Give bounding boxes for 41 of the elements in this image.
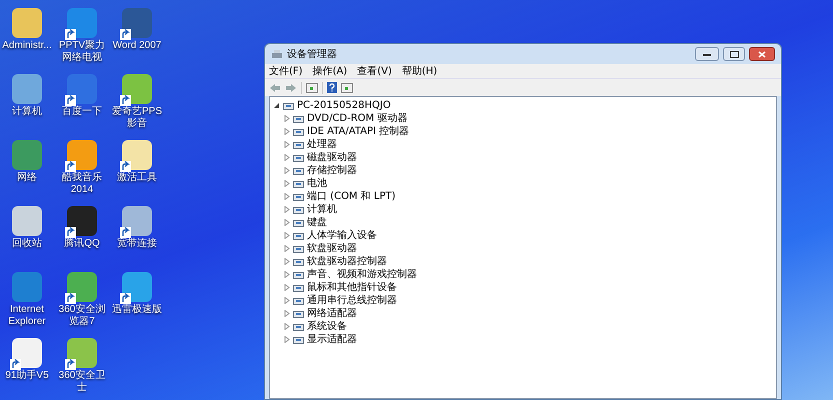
icon-label[interactable]: 宽带连接	[110, 238, 164, 250]
icon-label[interactable]: 爱奇艺PPS 影音	[110, 106, 164, 130]
tree-item[interactable]: 电池	[307, 177, 327, 190]
icon-label[interactable]: 计算机	[0, 106, 54, 118]
icon-label[interactable]: 腾讯QQ	[55, 238, 109, 250]
tree-item[interactable]: 通用串行总线控制器	[307, 294, 397, 307]
tree-item[interactable]: 磁盘驱动器	[307, 151, 357, 164]
tree-item[interactable]: 软盘驱动器	[307, 242, 357, 255]
icon-label[interactable]: 360安全卫士	[55, 370, 109, 394]
icon-label[interactable]: Word 2007	[110, 40, 164, 52]
tree-item[interactable]: 声音、视频和游戏控制器	[307, 268, 417, 281]
menu-item[interactable]: 帮助(H)	[402, 64, 438, 78]
icon-label[interactable]: 回收站	[0, 238, 54, 250]
tree-item[interactable]: 存储控制器	[307, 164, 357, 177]
tree-item[interactable]: 鼠标和其他指针设备	[307, 281, 397, 294]
icon-label[interactable]: 91助手V5	[0, 370, 54, 382]
tree-item[interactable]: 端口 (COM 和 LPT)	[307, 190, 396, 203]
icon-label[interactable]: 百度一下	[55, 106, 109, 118]
tree-item[interactable]: 计算机	[307, 203, 337, 216]
tree-item[interactable]: DVD/CD-ROM 驱动器	[307, 112, 408, 125]
icon-label[interactable]: 网络	[0, 172, 54, 184]
menu-item[interactable]: 操作(A)	[312, 64, 348, 78]
tree-item[interactable]: 网络适配器	[307, 307, 357, 320]
tree-item[interactable]: 软盘驱动器控制器	[307, 255, 387, 268]
menu-item[interactable]: 查看(V)	[357, 64, 392, 78]
icon-label[interactable]: Internet Explorer	[0, 304, 54, 328]
icon-label[interactable]: PPTV聚力网络电视	[55, 40, 109, 64]
window-title: 设备管理器	[287, 48, 337, 62]
menu-item[interactable]: 文件(F)	[269, 64, 303, 78]
tree-item[interactable]: PC-20150528HQJO	[297, 99, 391, 112]
icon-label[interactable]: 迅雷极速版	[110, 304, 164, 316]
icon-label[interactable]: Administr...	[0, 40, 54, 52]
tree-item[interactable]: 处理器	[307, 138, 337, 151]
tree-item[interactable]: 键盘	[307, 216, 327, 229]
tree-item[interactable]: 系统设备	[307, 320, 347, 333]
icon-label[interactable]: 激活工具	[110, 172, 164, 184]
tree-item[interactable]: 显示适配器	[307, 333, 357, 346]
icon-label[interactable]: 360安全浏览器7	[55, 304, 109, 328]
icon-label[interactable]: 酷我音乐 2014	[55, 172, 109, 196]
tree-item[interactable]: 人体学输入设备	[307, 229, 377, 242]
tree-item[interactable]: IDE ATA/ATAPI 控制器	[307, 125, 410, 138]
